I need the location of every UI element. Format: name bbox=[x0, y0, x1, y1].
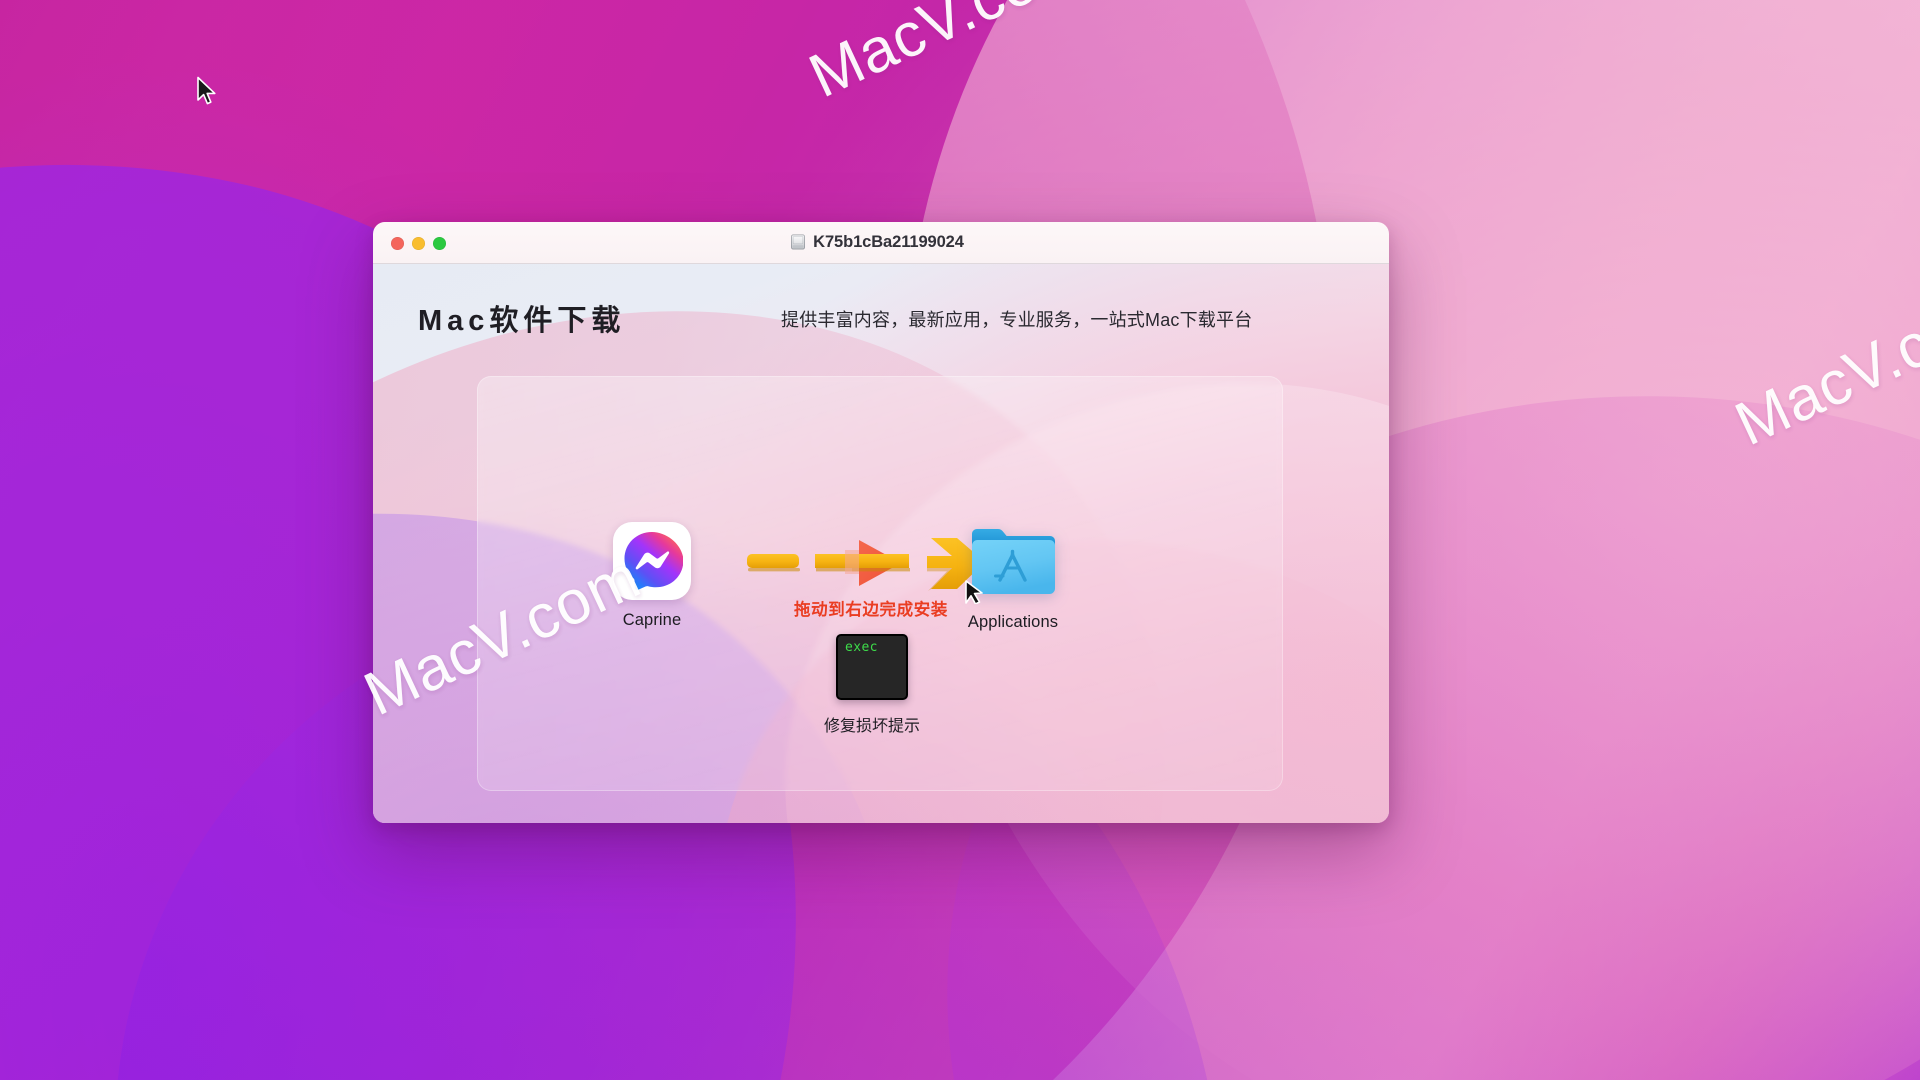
arrow-cursor bbox=[197, 76, 216, 105]
close-button[interactable] bbox=[391, 236, 404, 250]
desktop-wallpaper: MacV.com MacV.com K75b1cBa21199024 Mac软件… bbox=[0, 0, 1920, 1080]
dmg-installer-window[interactable]: K75b1cBa21199024 Mac软件下载 提供丰富内容，最新应用，专业服… bbox=[373, 222, 1389, 823]
caprine-app-label: Caprine bbox=[622, 611, 682, 629]
watermark-right: MacV.com bbox=[1725, 271, 1920, 460]
window-titlebar[interactable]: K75b1cBa21199024 bbox=[373, 222, 1389, 264]
brand-tagline: 提供丰富内容，最新应用，专业服务，一站式Mac下载平台 bbox=[781, 310, 1253, 330]
terminal-text: exec bbox=[845, 640, 878, 655]
alias-shortcut-arrow-icon bbox=[965, 580, 983, 604]
window-title: K75b1cBa21199024 bbox=[813, 233, 964, 251]
brand-title: Mac软件下载 bbox=[418, 305, 626, 337]
watermark-top: MacV.com bbox=[799, 0, 1096, 112]
exec-script-label: 修复损坏提示 bbox=[823, 718, 920, 735]
caprine-messenger-app-icon[interactable] bbox=[613, 522, 691, 600]
dmg-header: Mac软件下载 提供丰富内容，最新应用，专业服务，一站式Mac下载平台 bbox=[373, 264, 1389, 368]
dmg-background-canvas: Mac软件下载 提供丰富内容，最新应用，专业服务，一站式Mac下载平台 Capr… bbox=[373, 264, 1389, 823]
exec-script-item[interactable]: exec 修复损坏提示 bbox=[777, 634, 967, 736]
applications-folder-label: Applications bbox=[967, 613, 1059, 631]
maximize-button[interactable] bbox=[433, 236, 446, 250]
minimize-button[interactable] bbox=[412, 236, 425, 250]
caprine-app-item[interactable]: Caprine bbox=[592, 522, 712, 630]
window-controls[interactable] bbox=[391, 222, 446, 264]
disk-image-volume-icon bbox=[791, 234, 806, 250]
applications-folder-item[interactable]: Applications bbox=[948, 522, 1078, 632]
window-title-group: K75b1cBa21199024 bbox=[373, 233, 1389, 252]
terminal-script-icon[interactable]: exec bbox=[836, 634, 908, 700]
